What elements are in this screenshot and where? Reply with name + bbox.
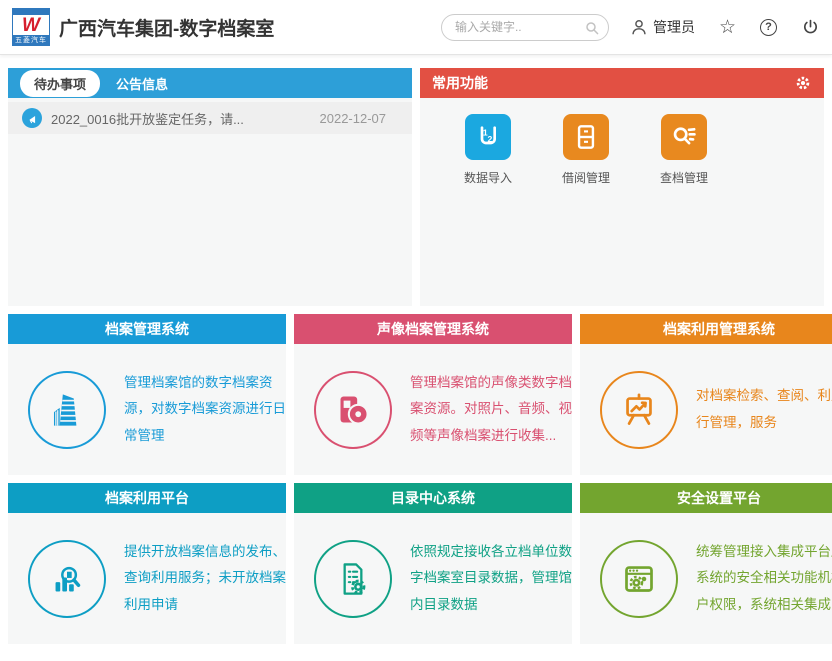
card-title: 安全设置平台 [580,483,832,513]
help-icon[interactable]: ? [760,19,777,36]
quick-panel-header: 常用功能 [420,68,824,98]
wuling-w-icon: W [13,15,49,35]
user-icon [629,17,649,37]
cabinet-icon [563,114,609,160]
card-description: 统筹管理接入集成平台所有系统的安全相关功能机构用户权限，系统相关集成... [696,539,832,618]
notice-text: 2022_0016批开放鉴定任务，请... [51,109,308,128]
tab-todo[interactable]: 待办事项 [20,70,100,97]
card-title: 声像档案管理系统 [294,314,572,344]
document-gear-icon [314,540,392,618]
svg-text:2: 2 [487,134,492,144]
quick-panel-title: 常用功能 [432,73,488,93]
card-description: 依照规定接收各立档单位数字档案室目录数据，管理馆内目录数据 [410,539,572,618]
data-import-icon: 12 [465,114,511,160]
user-menu[interactable]: 管理员 [629,17,695,37]
card-title: 目录中心系统 [294,483,572,513]
search-icon[interactable] [584,20,600,36]
wuling-logo: W 五菱汽车 [12,8,50,46]
search-file-icon [661,114,707,160]
card-description: 提供开放档案信息的发布、查询利用服务；未开放档案利用申请 [124,539,286,618]
search-box [441,14,609,41]
card-av-archive-management[interactable]: 声像档案管理系统 管理档案馆的声像类数字档案资源。对照片、音频、视频等声像档案进… [294,314,572,475]
card-title: 档案利用平台 [8,483,286,513]
quick-item-label: 借阅管理 [562,169,610,186]
quick-panel-body: 12 数据导入 借阅管理 查档管理 [420,98,824,306]
presentation-chart-icon [600,371,678,449]
card-catalog-center[interactable]: 目录中心系统 依照规定接收各立档单位数字档案 [294,483,572,644]
top-bar: W 五菱汽车 广西汽车集团-数字档案室 管理员 ☆ ? [0,0,832,55]
tab-announcements[interactable]: 公告信息 [116,74,168,93]
todo-panel-header: 待办事项 公告信息 [8,68,412,98]
todo-panel: 待办事项 公告信息 2022_0016批开放鉴定任务，请... 2022-12-… [8,68,412,306]
card-archive-usage-platform[interactable]: 档案利用平台 提供开放档案信息的发布、查询利用服务；未开放档案利用申请 [8,483,286,644]
card-title: 档案利用管理系统 [580,314,832,344]
gear-icon[interactable] [794,74,812,92]
notice-date: 2022-12-07 [320,111,387,126]
logout-power-icon[interactable] [801,18,820,37]
favorite-star-icon[interactable]: ☆ [719,18,736,37]
chart-search-icon [28,540,106,618]
card-title: 档案管理系统 [8,314,286,344]
logo-caption: 五菱汽车 [13,35,49,45]
todo-panel-body: 2022_0016批开放鉴定任务，请... 2022-12-07 [8,98,412,306]
photo-disc-icon [314,371,392,449]
card-archive-management[interactable]: 档案管理系统 管理档案馆的数字档案资源，对数字档案资源进行日常管理 [8,314,286,475]
quick-item-archive-search[interactable]: 查档管理 [660,114,708,306]
quick-item-borrow-management[interactable]: 借阅管理 [562,114,610,306]
quick-item-data-import[interactable]: 12 数据导入 [464,114,512,306]
main-content: 待办事项 公告信息 2022_0016批开放鉴定任务，请... 2022-12-… [0,55,832,644]
card-description: 对档案检索、查阅、利用进行管理，服务 [696,383,832,436]
quick-item-label: 查档管理 [660,169,708,186]
quick-functions-panel: 常用功能 12 数据导入 借阅管理 [420,68,824,306]
notice-list-item[interactable]: 2022_0016批开放鉴定任务，请... 2022-12-07 [8,102,412,134]
card-security-settings-platform[interactable]: 安全设置平台 统筹管理接入集成平台所有系统的安全相关功能机构用户权限，系统相关集… [580,483,832,644]
quick-item-label: 数据导入 [464,169,512,186]
announcement-icon [22,108,42,128]
card-archive-usage-management[interactable]: 档案利用管理系统 对档案检索、查阅、利用进行管理，服务 [580,314,832,475]
building-icon [28,371,106,449]
page-title: 广西汽车集团-数字档案室 [59,14,274,41]
user-name: 管理员 [653,17,695,37]
card-description: 管理档案馆的数字档案资源，对数字档案资源进行日常管理 [124,370,286,449]
card-description: 管理档案馆的声像类数字档案资源。对照片、音频、视频等声像档案进行收集... [410,370,572,449]
browser-gear-icon [600,540,678,618]
